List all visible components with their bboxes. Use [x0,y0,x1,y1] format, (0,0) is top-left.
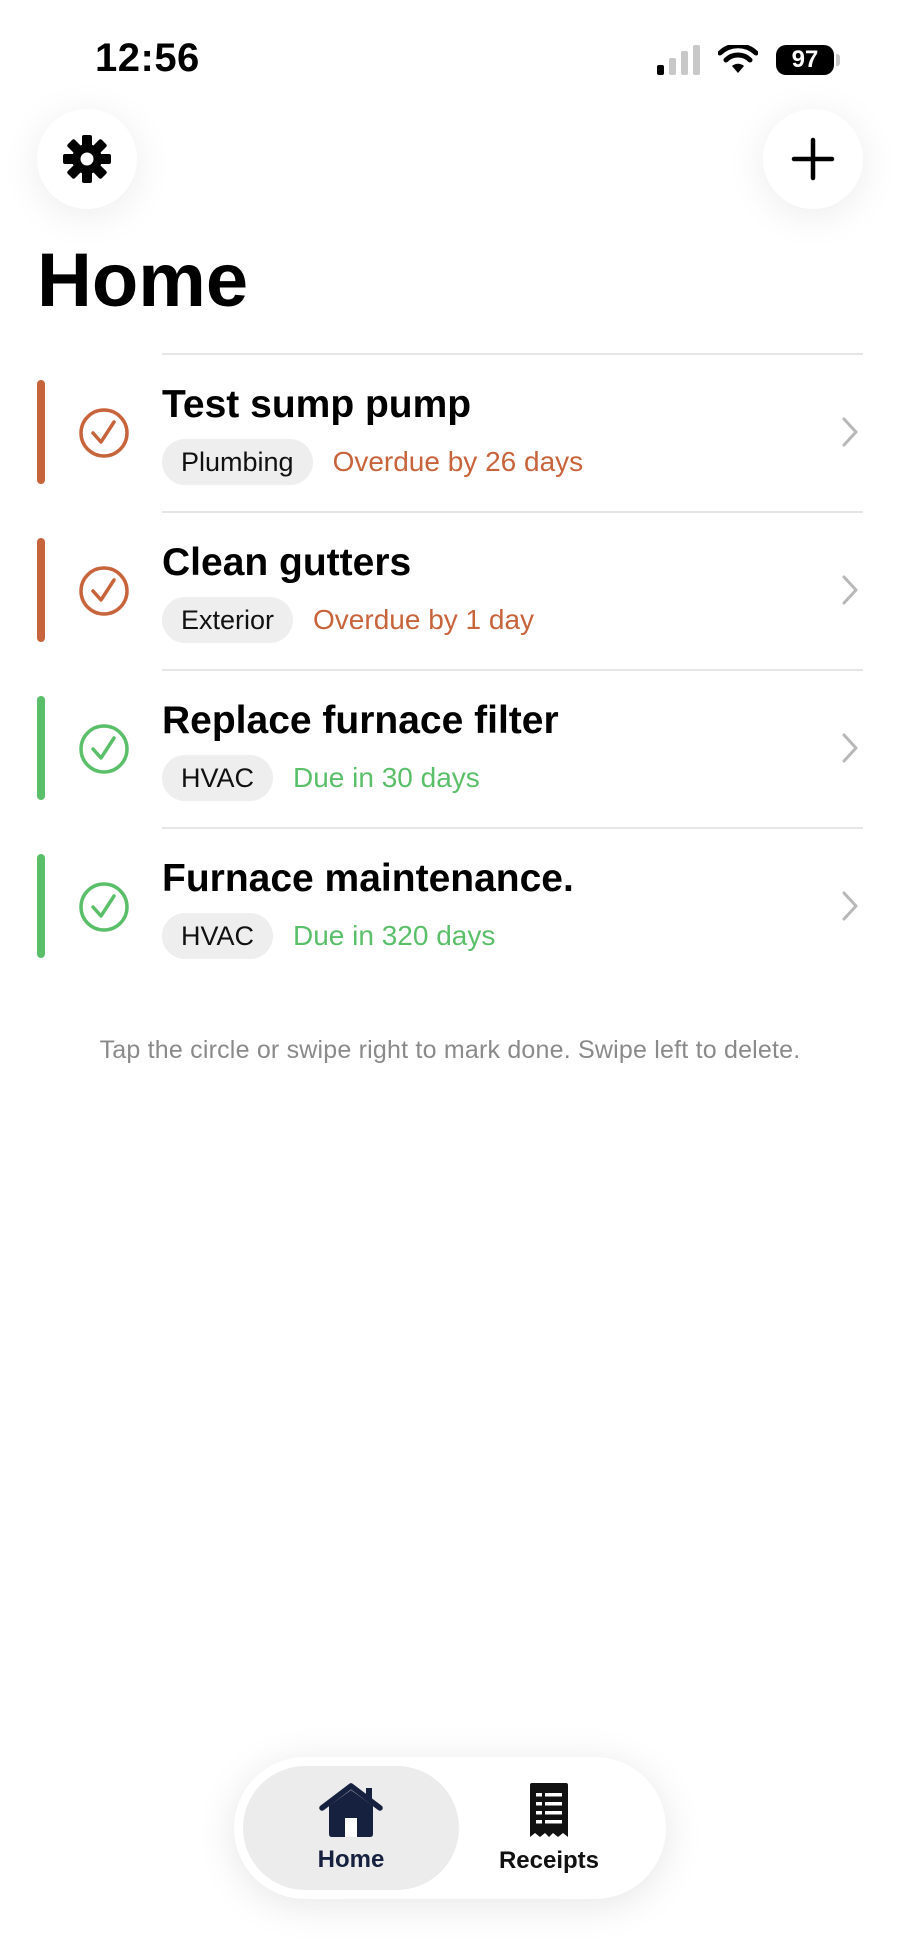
task-list: Test sump pump Plumbing Overdue by 26 da… [0,353,900,985]
task-row[interactable]: Clean gutters Exterior Overdue by 1 day [0,511,900,669]
task-title: Clean gutters [162,541,412,584]
cellular-signal-icon [657,45,700,75]
task-title: Replace furnace filter [162,699,559,742]
tab-home-label: Home [317,1846,385,1873]
due-status: Due in 30 days [293,762,480,793]
chevron-right-icon [842,575,858,605]
chevron-right-icon [842,417,858,447]
chevron-right-icon [842,733,858,763]
status-accent-bar [37,854,45,958]
complete-check-icon[interactable] [78,723,130,775]
tab-receipts-label: Receipts [498,1847,600,1874]
due-status: Overdue by 26 days [332,446,584,477]
tab-home[interactable]: Home [243,1766,459,1890]
due-status: Overdue by 1 day [313,604,535,635]
complete-check-icon[interactable] [78,881,130,933]
task-row[interactable]: Replace furnace filter HVAC Due in 30 da… [0,669,900,827]
category-badge: HVAC [162,755,274,801]
usage-hint: Tap the circle or swipe right to mark do… [99,1036,801,1064]
task-row[interactable]: Test sump pump Plumbing Overdue by 26 da… [0,353,900,511]
complete-check-icon[interactable] [78,407,130,459]
tab-bar: Home Receipts [234,1757,666,1899]
chevron-right-icon [842,891,858,921]
battery-level: 97 [776,45,834,75]
category-badge: Plumbing [162,439,313,485]
category-badge: HVAC [162,913,274,959]
house-icon [319,1783,383,1837]
tab-receipts[interactable]: Receipts [441,1766,657,1890]
status-time: 12:56 [95,36,200,80]
task-title: Furnace maintenance. [162,857,574,900]
add-button[interactable] [763,109,863,209]
status-accent-bar [37,538,45,642]
status-icons: 97 [657,42,840,78]
task-row[interactable]: Furnace maintenance. HVAC Due in 320 day… [0,827,900,985]
category-badge: Exterior [162,597,294,643]
status-accent-bar [37,380,45,484]
status-accent-bar [37,696,45,800]
receipt-icon [530,1783,568,1837]
due-status: Due in 320 days [293,920,496,951]
home-screen: 12:56 97 Home Test sump pump Plumbing Ov… [0,0,900,1947]
plus-icon [791,137,835,181]
complete-check-icon[interactable] [78,565,130,617]
wifi-icon [718,45,758,73]
settings-button[interactable] [37,109,137,209]
gear-icon [63,135,111,183]
battery-icon: 97 [776,45,840,75]
page-title: Home [37,238,249,323]
task-title: Test sump pump [162,383,472,426]
